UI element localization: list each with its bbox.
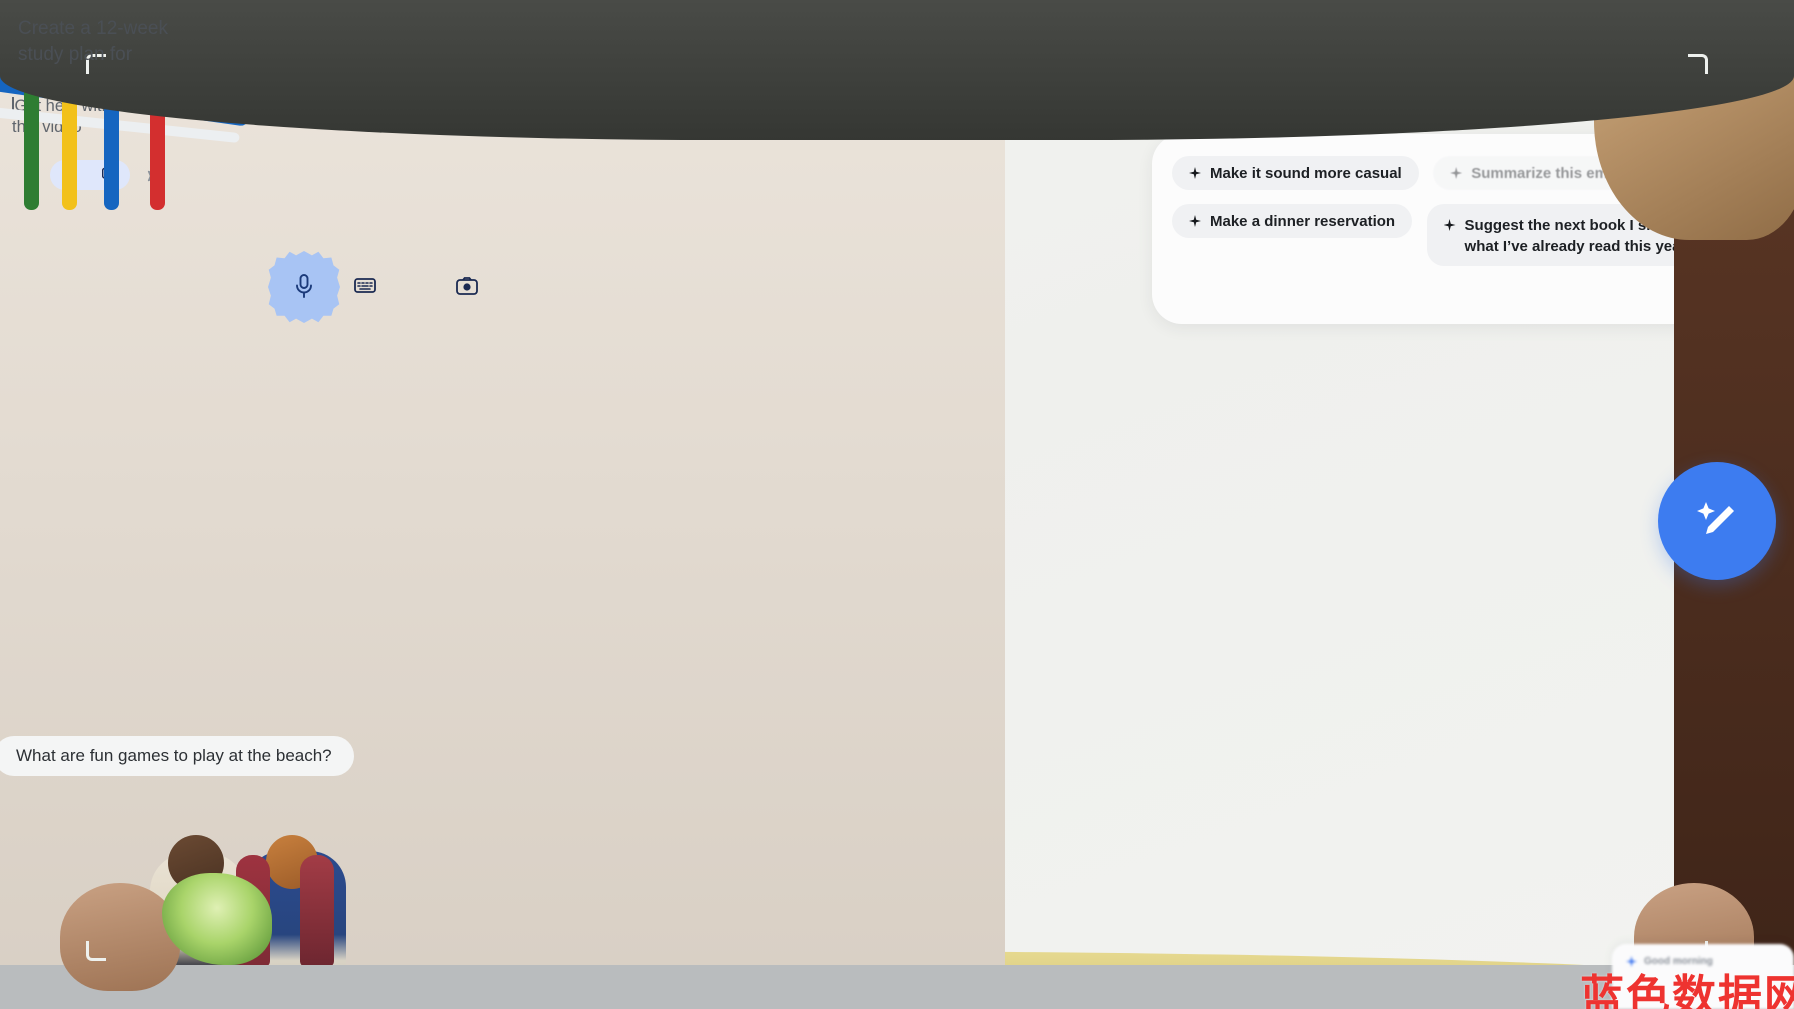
keyboard-icon[interactable] xyxy=(354,277,376,297)
sparkle-icon xyxy=(1189,215,1201,227)
beach-person-2 xyxy=(300,855,334,967)
microphone-button[interactable] xyxy=(268,251,340,323)
sparkle-icon xyxy=(1189,167,1201,179)
sparkle-icon xyxy=(1450,167,1463,179)
study-plan-text: Create a 12-week study plan for xyxy=(18,18,168,65)
sparkle-icon xyxy=(1443,219,1456,231)
suggestion-chip-label: Make a dinner reservation xyxy=(1210,212,1396,230)
suggestion-chip-label: Make it sound more casual xyxy=(1210,164,1402,182)
microphone-icon xyxy=(294,274,314,305)
beach-caption-chip[interactable]: What are fun games to play at the beach? xyxy=(0,736,354,776)
suggestion-chip[interactable]: Make it sound more casual xyxy=(1172,156,1419,190)
compose-with-ai-fab[interactable] xyxy=(1658,462,1776,580)
camera-icon[interactable] xyxy=(456,277,478,297)
screen-canvas: <> Generate more Generate a set of fanta… xyxy=(0,0,1794,1009)
site-watermark: 蓝色数据网 xyxy=(1580,971,1794,1009)
suggestion-chip[interactable]: Make a dinner reservation xyxy=(1172,204,1413,238)
magic-pencil-icon xyxy=(1688,490,1746,553)
